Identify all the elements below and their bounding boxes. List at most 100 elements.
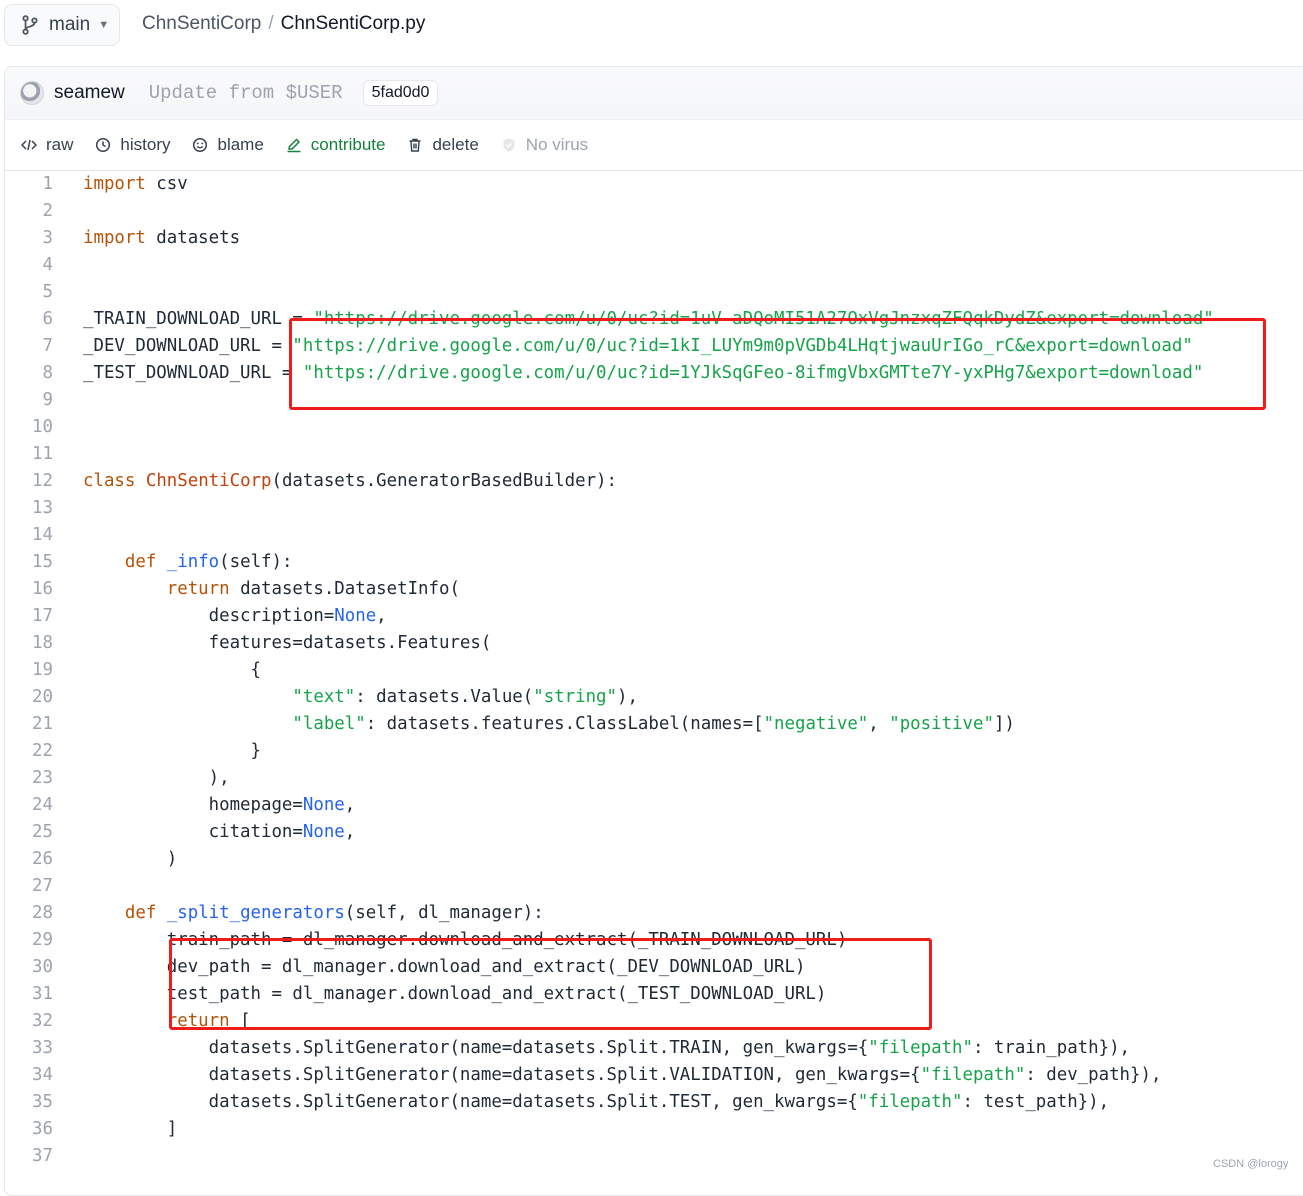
top-bar: main ▼ ChnSentiCorp / ChnSentiCorp.py [0,0,1303,52]
line-number[interactable]: 21 [5,711,53,738]
line-number[interactable]: 34 [5,1062,53,1089]
line-number[interactable]: 12 [5,468,53,495]
code-text: def _split_generators(self, dl_manager): [124,903,544,923]
line-number[interactable]: 29 [5,927,53,954]
code-text: _TEST_DOWNLOAD_URL = "https://drive.goog… [83,363,1204,383]
code-line: 16 return datasets.DatasetInfo( [5,576,1303,603]
line-number[interactable]: 32 [5,1008,53,1035]
code-line: 35 datasets.SplitGenerator(name=datasets… [5,1089,1303,1116]
line-number[interactable]: 11 [5,441,53,468]
code-line: 19 { [5,657,1303,684]
code-text: train_path = dl_manager.download_and_ext… [83,930,848,950]
code-line: 33 datasets.SplitGenerator(name=datasets… [5,1035,1303,1062]
line-number[interactable]: 15 [5,549,53,576]
code-line: 7 _DEV_DOWNLOAD_URL = "https://drive.goog… [5,333,1303,360]
line-number[interactable]: 5 [5,279,53,306]
code-text: ), [83,768,230,788]
code-text: "text": datasets.Value("string"), [292,687,638,707]
code-text: datasets.SplitGenerator(name=datasets.Sp… [83,1092,1110,1112]
code-line: 11 [5,441,1303,468]
commit-message: Update from $USER [148,82,343,104]
line-number[interactable]: 6 [5,306,53,333]
code-text: citation=None, [83,822,356,842]
line-number[interactable]: 17 [5,603,53,630]
smiley-icon [192,137,208,153]
line-number[interactable]: 22 [5,738,53,765]
code-text: class ChnSentiCorp(datasets.GeneratorBas… [83,471,617,491]
code-line: 37 [5,1143,1303,1170]
line-number[interactable]: 27 [5,873,53,900]
delete-label: delete [432,134,479,154]
line-number[interactable]: 35 [5,1089,53,1116]
code-text: datasets.SplitGenerator(name=datasets.Sp… [83,1065,1162,1085]
code-text: return datasets.DatasetInfo( [166,579,460,599]
blame-label: blame [217,134,264,154]
line-number[interactable]: 7 [5,333,53,360]
code-line: 32 return [ [5,1008,1303,1035]
commit-sha[interactable]: 5fad0d0 [362,80,439,106]
code-line: 24 homepage=None, [5,792,1303,819]
commit-author[interactable]: seamew [54,82,125,104]
line-number[interactable]: 9 [5,387,53,414]
line-number[interactable]: 24 [5,792,53,819]
line-number[interactable]: 36 [5,1116,53,1143]
branch-label: main [49,14,91,35]
code-line: 1 import csv [5,171,1303,198]
line-number[interactable]: 10 [5,414,53,441]
line-number[interactable]: 30 [5,954,53,981]
line-number[interactable]: 3 [5,225,53,252]
line-number[interactable]: 18 [5,630,53,657]
line-number[interactable]: 19 [5,657,53,684]
code-text: features=datasets.Features( [83,633,492,653]
line-number[interactable]: 26 [5,846,53,873]
watermark: CSDN @lorogy [1213,1158,1289,1170]
trash-icon [407,137,423,153]
line-number[interactable]: 20 [5,684,53,711]
code-line: 23 ), [5,765,1303,792]
code-line: 28 def _split_generators(self, dl_manage… [5,900,1303,927]
branch-selector[interactable]: main ▼ [4,4,120,46]
code-line: 15 def _info(self): [5,549,1303,576]
file-actions-bar: raw history blame contribute delete No v… [5,119,1303,171]
history-button[interactable]: history [95,135,170,155]
line-number[interactable]: 37 [5,1143,53,1170]
line-number[interactable]: 25 [5,819,53,846]
virus-scan-status: No virus [501,135,588,155]
line-number[interactable]: 31 [5,981,53,1008]
line-number[interactable]: 2 [5,198,53,225]
line-number[interactable]: 1 [5,171,53,198]
no-virus-label: No virus [525,134,589,154]
code-line: 30 dev_path = dl_manager.download_and_ex… [5,954,1303,981]
last-commit-bar: seamew Update from $USER 5fad0d0 [5,67,1303,120]
code-line: 14 [5,522,1303,549]
code-text: ] [83,1119,178,1139]
breadcrumb-file-name: ChnSentiCorp.py [280,13,426,34]
line-number[interactable]: 23 [5,765,53,792]
code-line: 18 features=datasets.Features( [5,630,1303,657]
line-number[interactable]: 16 [5,576,53,603]
line-number[interactable]: 14 [5,522,53,549]
code-icon [21,137,37,153]
code-text: return [ [166,1011,251,1031]
line-number[interactable]: 13 [5,495,53,522]
line-number[interactable]: 4 [5,252,53,279]
pencil-icon [286,137,302,153]
code-line: 26 ) [5,846,1303,873]
line-number[interactable]: 33 [5,1035,53,1062]
code-text: import datasets [83,228,241,248]
line-number[interactable]: 8 [5,360,53,387]
contribute-button[interactable]: contribute [286,135,385,155]
code-view[interactable]: 1 import csv 2 3 import datasets 4 5 6 _TRAIN_DO… [5,171,1303,1191]
code-text: _TRAIN_DOWNLOAD_URL = "https://drive.goo… [83,309,1214,329]
delete-button[interactable]: delete [407,134,479,155]
code-text: import csv [83,174,188,194]
clock-icon [95,137,111,153]
line-number[interactable]: 28 [5,900,53,927]
shield-check-icon [501,137,517,153]
breadcrumb-repo-link[interactable]: ChnSentiCorp [142,13,261,35]
code-text: "label": datasets.features.ClassLabel(na… [292,714,1015,734]
raw-button[interactable]: raw [21,135,73,155]
code-line: 13 [5,495,1303,522]
blame-button[interactable]: blame [192,134,264,155]
avatar[interactable] [20,81,44,105]
